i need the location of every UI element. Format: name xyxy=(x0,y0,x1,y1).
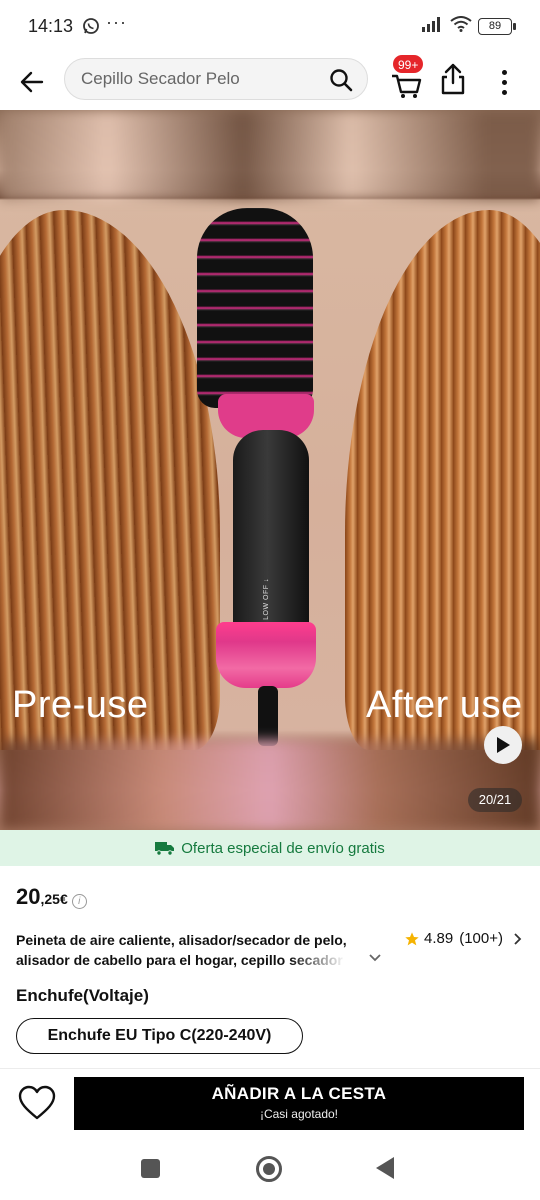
product-image-gallery[interactable]: POWER MODE ↑ LOW OFF ↓ Pre-use After use… xyxy=(0,110,540,830)
title-fade xyxy=(290,950,370,970)
stock-note: ¡Casi agotado! xyxy=(259,1107,339,1121)
price: 20 ,25€ i xyxy=(16,884,87,910)
wifi-icon xyxy=(450,16,472,37)
recent-apps-button[interactable] xyxy=(141,1159,160,1178)
price-integer: 20 xyxy=(16,884,41,909)
shipping-banner-text: Oferta especial de envío gratis xyxy=(181,839,385,857)
add-to-cart-button[interactable]: AÑADIR A LA CESTA ¡Casi agotado! xyxy=(74,1077,524,1130)
cart-count-badge: 99+ xyxy=(392,54,425,74)
info-icon[interactable]: i xyxy=(71,894,87,909)
caption-pre-use: Pre-use xyxy=(12,684,149,726)
more-options-button[interactable] xyxy=(490,62,518,102)
gallery-blur-bottom xyxy=(0,740,540,830)
brush-cable-image xyxy=(258,686,278,746)
hair-after-image xyxy=(345,210,540,750)
brush-base-image xyxy=(216,622,316,688)
gallery-blur-top xyxy=(0,110,540,200)
rating-summary[interactable]: 4.89 (100+) xyxy=(404,930,523,947)
arrow-left-icon xyxy=(20,71,44,93)
play-icon xyxy=(497,737,510,753)
status-bar: 14:13 ··· 89 xyxy=(0,0,540,54)
back-button[interactable] xyxy=(14,62,50,102)
share-button[interactable] xyxy=(438,62,474,102)
search-bar[interactable] xyxy=(64,58,368,100)
hair-before-image xyxy=(0,210,220,750)
image-counter: 20/21 xyxy=(468,788,522,812)
play-video-button[interactable] xyxy=(484,726,522,764)
top-bar: 99+ xyxy=(0,54,540,110)
heart-icon xyxy=(18,1085,56,1120)
system-nav-bar xyxy=(0,1140,540,1200)
clock: 14:13 xyxy=(28,16,74,36)
bottom-action-bar: AÑADIR A LA CESTA ¡Casi agotado! xyxy=(0,1068,540,1140)
more-notifications-icon: ··· xyxy=(106,12,127,32)
brush-bristles-image xyxy=(197,208,313,408)
chevron-down-icon[interactable] xyxy=(368,950,382,968)
rating-value: 4.89 xyxy=(424,930,454,947)
system-back-button[interactable] xyxy=(376,1157,394,1179)
price-decimal: ,25€ xyxy=(40,891,68,907)
add-to-cart-label: AÑADIR A LA CESTA xyxy=(211,1084,387,1103)
star-icon xyxy=(405,931,419,945)
whatsapp-icon xyxy=(82,17,100,40)
chevron-right-icon xyxy=(514,932,522,945)
free-shipping-banner[interactable]: Oferta especial de envío gratis xyxy=(0,830,540,866)
wishlist-button[interactable] xyxy=(18,1085,56,1123)
search-icon[interactable] xyxy=(329,68,353,92)
search-input[interactable] xyxy=(81,59,321,99)
review-count: (100+) xyxy=(459,930,503,947)
home-button[interactable] xyxy=(256,1156,282,1182)
truck-icon xyxy=(155,842,175,856)
caption-after-use: After use xyxy=(366,684,523,726)
share-icon xyxy=(441,63,465,95)
option-label: Enchufe(Voltaje) xyxy=(16,986,149,1005)
battery-icon: 89 xyxy=(478,18,516,35)
signal-icon xyxy=(422,16,444,37)
plug-option-button[interactable]: Enchufe EU Tipo C(220-240V) xyxy=(16,1018,303,1054)
